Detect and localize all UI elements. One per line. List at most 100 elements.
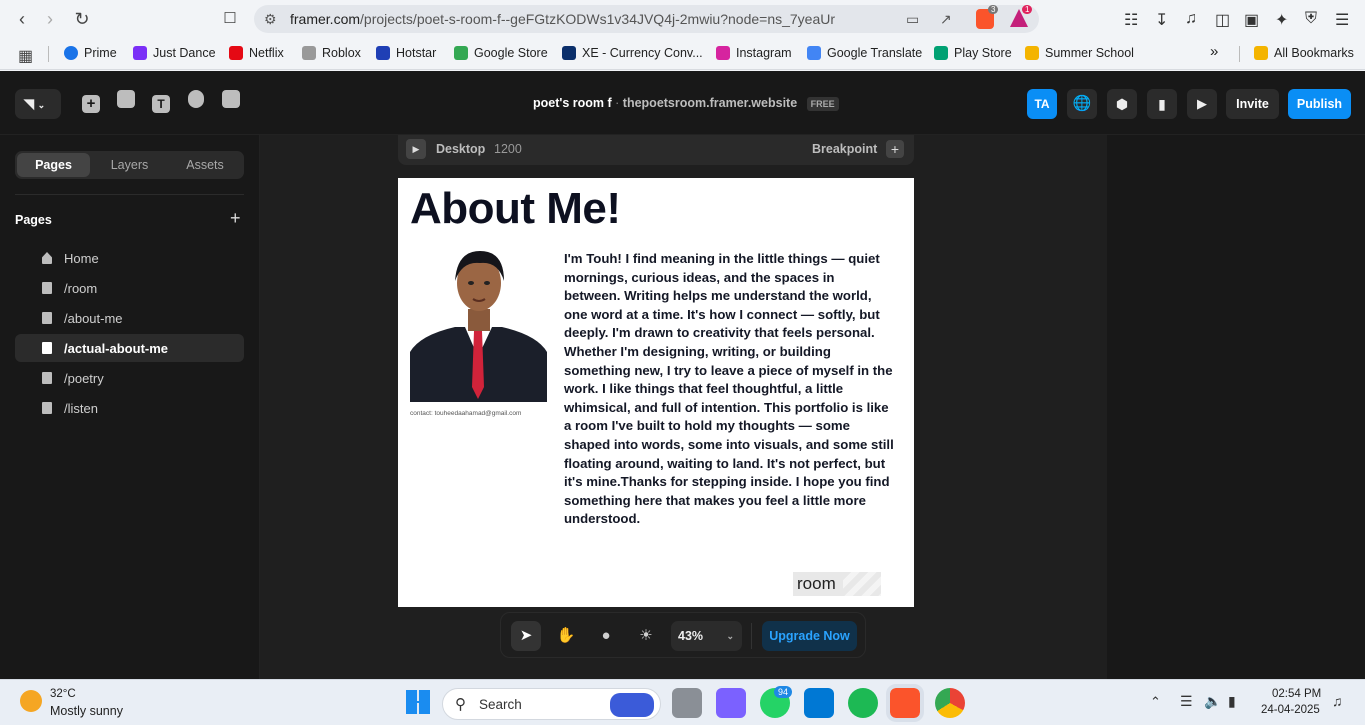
url-text[interactable]: framer.com/projects/poet-s-room-f--geFGt… xyxy=(290,11,835,27)
extensions-icon[interactable]: ☷ xyxy=(1124,10,1138,30)
bookmark-netflix[interactable]: Netflix xyxy=(229,46,284,60)
bookmark-page-icon[interactable]: ☐ xyxy=(220,9,240,29)
bio-text[interactable]: I'm Touh! I find meaning in the little t… xyxy=(564,250,894,529)
components-button[interactable] xyxy=(218,90,244,116)
upgrade-button[interactable]: Upgrade Now xyxy=(762,621,857,651)
analytics-icon[interactable]: ▮ xyxy=(1147,89,1177,119)
windows-start-icon[interactable] xyxy=(406,690,430,714)
hand-tool-icon[interactable]: ✋ xyxy=(551,621,581,651)
share-icon[interactable]: ↗ xyxy=(940,11,952,28)
notifications-icon[interactable]: ♫ xyxy=(1332,693,1343,709)
site-domain[interactable]: thepoetsroom.framer.website xyxy=(623,96,797,110)
menu-icon[interactable]: ☰ xyxy=(1335,10,1349,30)
add-breakpoint-icon[interactable]: + xyxy=(886,140,904,158)
address-bar[interactable]: ⚙ framer.com/projects/poet-s-room-f--geF… xyxy=(254,5,1039,33)
back-icon[interactable]: ‹ xyxy=(12,9,32,29)
reload-icon[interactable]: ↻ xyxy=(72,9,92,29)
battery-icon[interactable]: ▮ xyxy=(1228,693,1236,710)
add-breakpoint-label[interactable]: Breakpoint xyxy=(812,142,877,156)
bookmark-instagram[interactable]: Instagram xyxy=(716,46,792,60)
clock-date[interactable]: 24-04-2025 xyxy=(1261,704,1320,716)
leo-ai-icon[interactable]: ✦ xyxy=(1275,10,1288,30)
bookmark-summer-school[interactable]: Summer School xyxy=(1025,46,1134,60)
wifi-icon[interactable]: ☰ xyxy=(1180,693,1193,710)
room-link[interactable]: room xyxy=(793,572,881,596)
bookmark-prime[interactable]: Prime xyxy=(64,46,117,60)
more-bookmarks-icon[interactable]: » xyxy=(1210,43,1218,60)
invite-button[interactable]: Invite xyxy=(1226,89,1279,119)
add-page-icon[interactable]: + xyxy=(230,208,241,229)
text-icon: T xyxy=(152,95,170,113)
avatar[interactable]: TA xyxy=(1027,89,1057,119)
zoom-select[interactable]: 43% ⌄ xyxy=(671,621,742,651)
sidebar-toggle-icon[interactable]: ◫ xyxy=(1215,10,1230,30)
forward-icon[interactable]: › xyxy=(40,9,60,29)
page-title[interactable]: About Me! xyxy=(410,184,621,234)
bookmark-just-dance[interactable]: Just Dance xyxy=(133,46,216,60)
vpn-icon[interactable]: ⛨ xyxy=(1305,10,1317,28)
media-icon[interactable]: ♫ xyxy=(1185,10,1197,28)
weather-icon[interactable] xyxy=(20,690,42,712)
apps-grid-icon[interactable]: ▦ xyxy=(18,46,33,66)
copilot-icon[interactable] xyxy=(716,688,746,718)
task-view-icon[interactable] xyxy=(672,688,702,718)
page-icon xyxy=(42,372,52,384)
site-info-icon[interactable]: ⚙ xyxy=(264,11,277,28)
clock-time[interactable]: 02:54 PM xyxy=(1272,688,1321,700)
bookmark-label: Just Dance xyxy=(153,46,216,60)
breakpoint-name[interactable]: Desktop xyxy=(436,142,485,156)
text-button[interactable]: T xyxy=(148,90,174,116)
tab-assets[interactable]: Assets xyxy=(168,153,242,177)
volume-icon[interactable]: 🔈 xyxy=(1204,693,1221,710)
settings-icon[interactable]: ⬢ xyxy=(1107,89,1137,119)
cms-button[interactable] xyxy=(183,90,209,116)
breakpoint-width[interactable]: 1200 xyxy=(494,142,522,156)
bookmark-google-store[interactable]: Google Store xyxy=(454,46,548,60)
preview-play-icon[interactable]: ▶ xyxy=(406,139,426,159)
bookmark-roblox[interactable]: Roblox xyxy=(302,46,361,60)
preview-play-icon[interactable]: ▶ xyxy=(1187,89,1217,119)
page-item-actual-about-me[interactable]: /actual-about-me xyxy=(15,334,244,362)
page-item-listen[interactable]: /listen xyxy=(15,394,244,422)
taskbar-search[interactable]: ⚲ Search xyxy=(442,688,661,720)
desktop-frame[interactable]: About Me! contact: touheedaahamad@gmail.… xyxy=(398,178,914,607)
bookmark-google-translate[interactable]: Google Translate xyxy=(807,46,922,60)
page-item-home[interactable]: Home xyxy=(15,244,244,272)
instagram-icon xyxy=(716,46,730,60)
theme-toggle-icon[interactable]: ☀ xyxy=(631,621,661,651)
page-item-room[interactable]: /room xyxy=(15,274,244,302)
brave-browser-icon[interactable] xyxy=(886,684,924,722)
bookmark-label: Hotstar xyxy=(396,46,437,60)
bookmark-hotstar[interactable]: Hotstar xyxy=(376,46,436,60)
spotify-icon[interactable] xyxy=(848,688,878,718)
microsoft-store-icon[interactable] xyxy=(804,688,834,718)
page-item-about-me[interactable]: /about-me xyxy=(15,304,244,332)
select-tool-icon[interactable]: ➤ xyxy=(511,621,541,651)
weather-condition[interactable]: Mostly sunny xyxy=(50,704,123,718)
tab-layers[interactable]: Layers xyxy=(92,153,167,177)
globe-icon[interactable]: 🌐 xyxy=(1067,89,1097,119)
chevron-up-icon[interactable]: ⌃ xyxy=(1150,694,1161,710)
plan-badge: FREE xyxy=(806,97,839,111)
bookmark-xe[interactable]: XE - Currency Conv... xyxy=(562,46,703,60)
page-item-poetry[interactable]: /poetry xyxy=(15,364,244,392)
bookmark-play-store[interactable]: Play Store xyxy=(934,46,1012,60)
temperature[interactable]: 32°C xyxy=(50,688,76,700)
framer-menu-button[interactable]: ◥ ⌄ xyxy=(15,89,61,119)
insert-button[interactable]: + xyxy=(78,90,104,116)
profile-photo[interactable] xyxy=(410,247,547,402)
comment-tool-icon[interactable]: ● xyxy=(591,621,621,651)
page-icon xyxy=(42,342,52,354)
all-bookmarks[interactable]: All Bookmarks xyxy=(1254,46,1354,60)
bookmark-label: Netflix xyxy=(249,46,284,60)
project-title[interactable]: poet's room f · thepoetsroom.framer.webs… xyxy=(533,96,839,111)
tab-pages[interactable]: Pages xyxy=(17,153,90,177)
download-icon[interactable]: ↧ xyxy=(1155,10,1168,30)
wallet-icon[interactable]: ▣ xyxy=(1244,10,1259,30)
layout-button[interactable] xyxy=(113,90,139,116)
publish-button[interactable]: Publish xyxy=(1288,89,1351,119)
contact-email[interactable]: contact: touheedaahamad@gmail.com xyxy=(410,410,521,417)
install-app-icon[interactable]: ▭ xyxy=(906,11,919,28)
canvas[interactable]: ▶ Desktop 1200 Breakpoint + About Me! co… xyxy=(260,135,1107,679)
chrome-icon[interactable] xyxy=(935,688,965,718)
